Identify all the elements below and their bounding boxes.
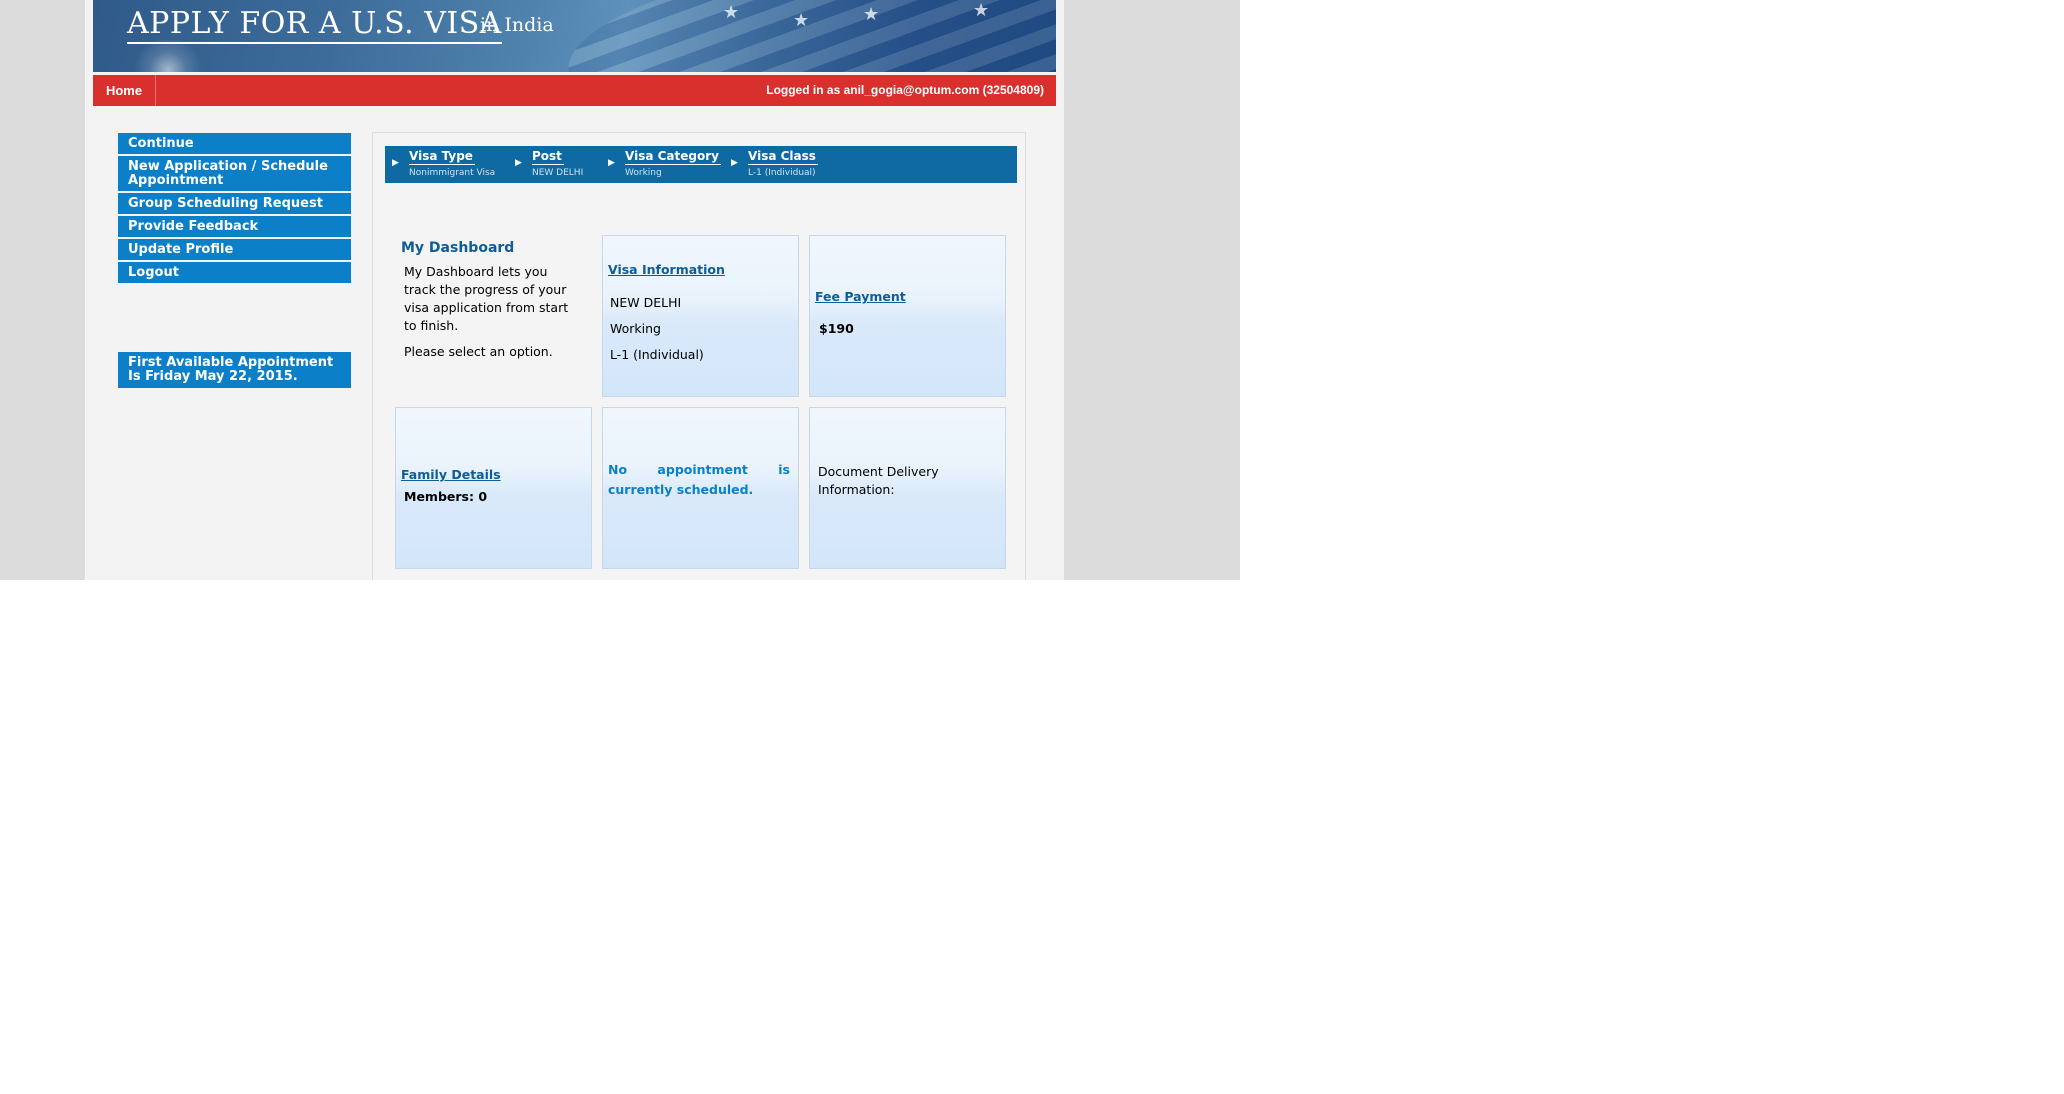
breadcrumb-step-title[interactable]: Visa Class (748, 149, 818, 165)
sidebar-item-group-scheduling[interactable]: Group Scheduling Request (118, 193, 351, 214)
firework-graphic (133, 40, 203, 72)
breadcrumb-step-title[interactable]: Visa Type (409, 149, 475, 165)
first-available-appointment-notice: First Available Appointment Is Friday Ma… (118, 352, 351, 388)
breadcrumb-step-value: NEW DELHI (532, 168, 584, 178)
page-container: ★ ★ ★ ★ APPLY FOR A U.S. VISA in India H… (85, 0, 1064, 580)
site-banner: ★ ★ ★ ★ APPLY FOR A U.S. VISA in India (93, 0, 1056, 72)
sidebar-item-update-profile[interactable]: Update Profile (118, 239, 351, 260)
breadcrumb-step-title[interactable]: Post (532, 149, 564, 165)
breadcrumb-step-value: Nonimmigrant Visa (409, 168, 496, 178)
sidebar-menu: Continue New Application / Schedule Appo… (118, 133, 351, 285)
site-country: in India (480, 14, 554, 36)
breadcrumb-step-visa-category[interactable]: ▶ Visa Category Working (608, 146, 721, 183)
fee-payment-link[interactable]: Fee Payment (815, 289, 906, 304)
visa-category-value: Working (610, 321, 661, 336)
site-title: APPLY FOR A U.S. VISA (127, 6, 502, 44)
login-status: Logged in as anil_gogia@optum.com (32504… (766, 83, 1044, 97)
arrow-right-icon: ▶ (608, 158, 615, 168)
visa-information-link[interactable]: Visa Information (608, 262, 725, 277)
appointment-tile: No appointment is currently scheduled. (602, 407, 799, 569)
breadcrumb-step-visa-class[interactable]: ▶ Visa Class L-1 (Individual) (731, 146, 831, 183)
star-icon: ★ (723, 2, 740, 23)
breadcrumb: ▶ Visa Type Nonimmigrant Visa ▶ Post NEW… (385, 146, 1017, 183)
browser-viewport: ★ ★ ★ ★ APPLY FOR A U.S. VISA in India H… (0, 0, 1240, 580)
arrow-right-icon: ▶ (731, 158, 738, 168)
fee-payment-tile: Fee Payment $190 (809, 235, 1006, 397)
family-details-tile: Family Details Members: 0 (395, 407, 592, 569)
nav-home-link[interactable]: Home (93, 75, 156, 106)
main-panel: ▶ Visa Type Nonimmigrant Visa ▶ Post NEW… (372, 132, 1026, 580)
breadcrumb-step-post[interactable]: ▶ Post NEW DELHI (515, 146, 595, 183)
sidebar-item-continue[interactable]: Continue (118, 133, 351, 154)
visa-post-value: NEW DELHI (610, 295, 682, 310)
dashboard-title: My Dashboard (401, 240, 515, 256)
top-nav-bar: Home Logged in as anil_gogia@optum.com (… (93, 75, 1056, 106)
star-icon: ★ (863, 4, 880, 25)
appointment-status-text: No appointment is currently scheduled. (608, 462, 790, 497)
breadcrumb-step-value: L-1 (Individual) (748, 168, 816, 178)
family-details-link[interactable]: Family Details (401, 467, 501, 482)
star-icon: ★ (973, 0, 990, 21)
sidebar-item-new-application[interactable]: New Application / Schedule Appointment (118, 156, 351, 191)
document-delivery-text: Document Delivery Information: (818, 464, 939, 497)
arrow-right-icon: ▶ (392, 158, 399, 168)
sidebar-item-provide-feedback[interactable]: Provide Feedback (118, 216, 351, 237)
dashboard-description: My Dashboard lets you track the progress… (404, 264, 569, 333)
breadcrumb-step-visa-type[interactable]: ▶ Visa Type Nonimmigrant Visa (392, 146, 502, 183)
visa-information-tile: Visa Information NEW DELHI Working L-1 (… (602, 235, 799, 397)
dashboard-prompt: Please select an option. (404, 344, 553, 359)
sidebar-item-logout[interactable]: Logout (118, 262, 351, 283)
star-icon: ★ (793, 10, 810, 31)
document-delivery-tile: Document Delivery Information: (809, 407, 1006, 569)
arrow-right-icon: ▶ (515, 158, 522, 168)
family-members-count: Members: 0 (404, 489, 488, 504)
breadcrumb-step-title[interactable]: Visa Category (625, 149, 721, 165)
breadcrumb-step-value: Working (625, 168, 662, 178)
visa-class-value: L-1 (Individual) (610, 347, 704, 362)
fee-amount: $190 (819, 321, 854, 336)
